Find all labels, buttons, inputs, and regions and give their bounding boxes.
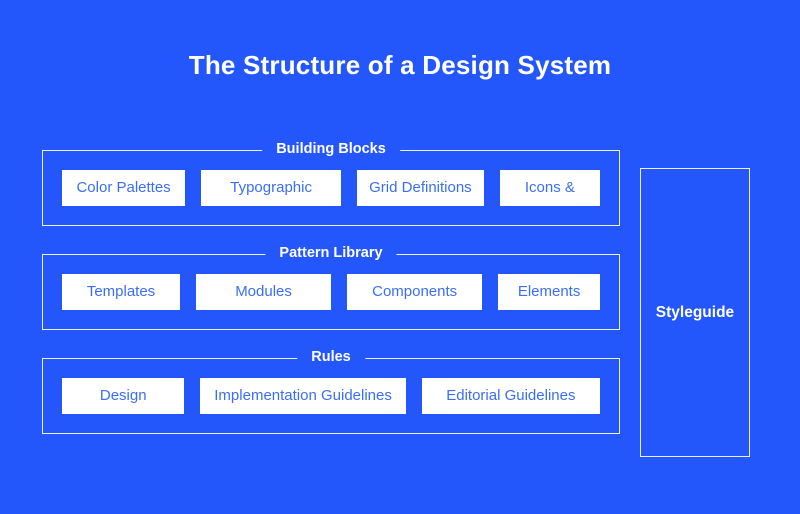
styleguide-panel: Styleguide [640, 168, 750, 457]
group-legend-pattern-library: Pattern Library [265, 243, 397, 263]
group-legend-rules: Rules [297, 347, 365, 367]
design-system-diagram: Building Blocks Color Palettes Typograph… [42, 139, 758, 460]
chip-typographic[interactable]: Typographic [201, 170, 342, 206]
chip-elements[interactable]: Elements [498, 274, 600, 310]
group-body-pattern-library: Templates Modules Components Elements [43, 255, 619, 329]
group-rules: Rules Design Implementation Guidelines E… [42, 347, 620, 434]
page-title: The Structure of a Design System [188, 50, 612, 80]
group-body-rules: Design Implementation Guidelines Editori… [43, 359, 619, 433]
group-body-building-blocks: Color Palettes Typographic Grid Definiti… [43, 151, 619, 225]
chip-editorial-guidelines[interactable]: Editorial Guidelines [421, 378, 600, 414]
styleguide-label: Styleguide [655, 303, 735, 321]
group-building-blocks: Building Blocks Color Palettes Typograph… [42, 139, 620, 226]
chip-grid-definitions[interactable]: Grid Definitions [357, 170, 484, 206]
chip-design[interactable]: Design [62, 378, 185, 414]
chip-color-palettes[interactable]: Color Palettes [62, 170, 186, 206]
chip-templates[interactable]: Templates [62, 274, 180, 310]
group-legend-building-blocks: Building Blocks [262, 139, 400, 159]
diagram-canvas: The Structure of a Design System Buildin… [0, 0, 800, 514]
chip-components[interactable]: Components [347, 274, 483, 310]
chip-implementation-guidelines[interactable]: Implementation Guidelines [200, 378, 406, 414]
chip-modules[interactable]: Modules [196, 274, 332, 310]
group-pattern-library: Pattern Library Templates Modules Compon… [42, 243, 620, 330]
groups-column: Building Blocks Color Palettes Typograph… [42, 139, 620, 434]
chip-icons[interactable]: Icons & [499, 170, 600, 206]
